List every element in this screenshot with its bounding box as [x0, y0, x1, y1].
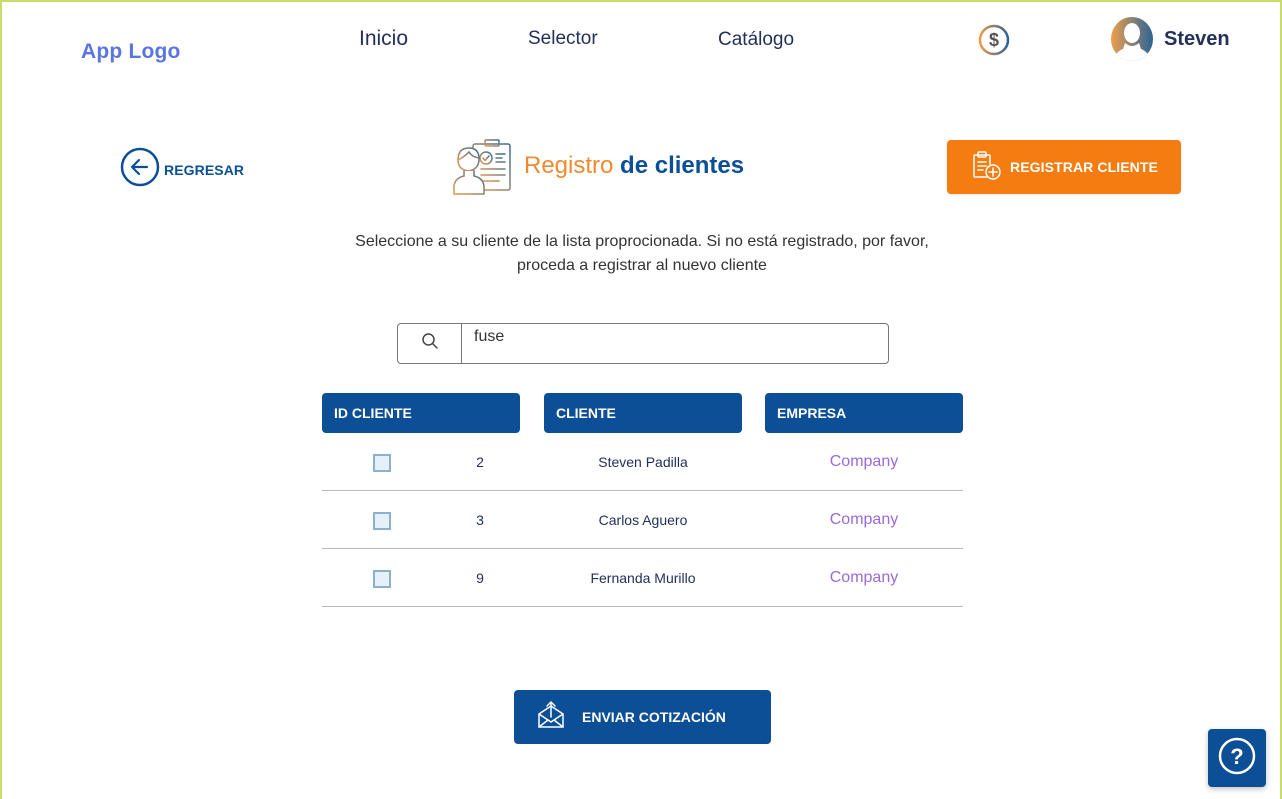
nav-inicio[interactable]: Inicio — [359, 27, 408, 51]
dollar-coin-icon[interactable]: $ — [977, 23, 1011, 57]
instructions-line-2: proceda a registrar al nuevo cliente — [517, 257, 767, 274]
page-title: Registro de clientes — [524, 152, 744, 180]
row-company-link[interactable]: Company — [765, 511, 963, 529]
table-row: 9 Fernanda Murillo Company — [322, 549, 963, 607]
instructions-text: Seleccione a su cliente de la lista prop… — [322, 230, 962, 278]
register-client-label: REGISTRAR CLIENTE — [1010, 159, 1158, 175]
row-checkbox[interactable] — [373, 454, 391, 472]
row-id: 9 — [476, 570, 484, 586]
client-registry-icon — [451, 138, 513, 196]
arrow-left-icon — [120, 147, 160, 192]
help-button[interactable]: ? — [1208, 729, 1266, 787]
help-icon: ? — [1217, 736, 1257, 781]
envelope-upload-icon — [536, 700, 566, 735]
svg-text:?: ? — [1230, 744, 1243, 769]
row-client-name: Fernanda Murillo — [590, 570, 696, 586]
svg-text:$: $ — [989, 30, 999, 50]
user-name[interactable]: Steven — [1164, 28, 1230, 51]
row-company-link[interactable]: Company — [765, 569, 963, 587]
row-id: 2 — [476, 454, 484, 470]
nav-selector[interactable]: Selector — [528, 28, 598, 50]
instructions-line-1: Seleccione a su cliente de la lista prop… — [355, 233, 929, 250]
register-client-button[interactable]: REGISTRAR CLIENTE — [947, 140, 1181, 194]
column-header-cliente[interactable]: CLIENTE — [544, 393, 742, 433]
page-title-part2: de clientes — [620, 152, 745, 179]
page-title-part1: Registro — [524, 152, 614, 179]
nav-catalogo[interactable]: Catálogo — [718, 29, 794, 51]
table-row: 2 Steven Padilla Company — [322, 433, 963, 491]
table-row: 3 Carlos Aguero Company — [322, 491, 963, 549]
search-button[interactable] — [397, 323, 463, 364]
column-header-id-cliente[interactable]: ID CLIENTE — [322, 393, 520, 433]
row-checkbox[interactable] — [373, 570, 391, 588]
app-logo[interactable]: App Logo — [81, 40, 181, 64]
back-button[interactable]: REGRESAR — [120, 147, 244, 192]
back-label: REGRESAR — [164, 161, 245, 178]
clipboard-add-icon — [970, 149, 1002, 186]
user-avatar-icon[interactable] — [1109, 16, 1155, 62]
send-quote-label: ENVIAR COTIZACIÓN — [582, 709, 726, 725]
row-checkbox[interactable] — [373, 512, 391, 530]
row-client-name: Steven Padilla — [598, 454, 688, 470]
send-quote-button[interactable]: ENVIAR COTIZACIÓN — [514, 690, 771, 744]
column-header-empresa[interactable]: EMPRESA — [765, 393, 963, 433]
row-company-link[interactable]: Company — [765, 453, 963, 471]
row-id: 3 — [476, 512, 484, 528]
search-input[interactable] — [461, 323, 889, 364]
search-icon — [421, 332, 439, 355]
row-client-name: Carlos Aguero — [598, 512, 688, 528]
